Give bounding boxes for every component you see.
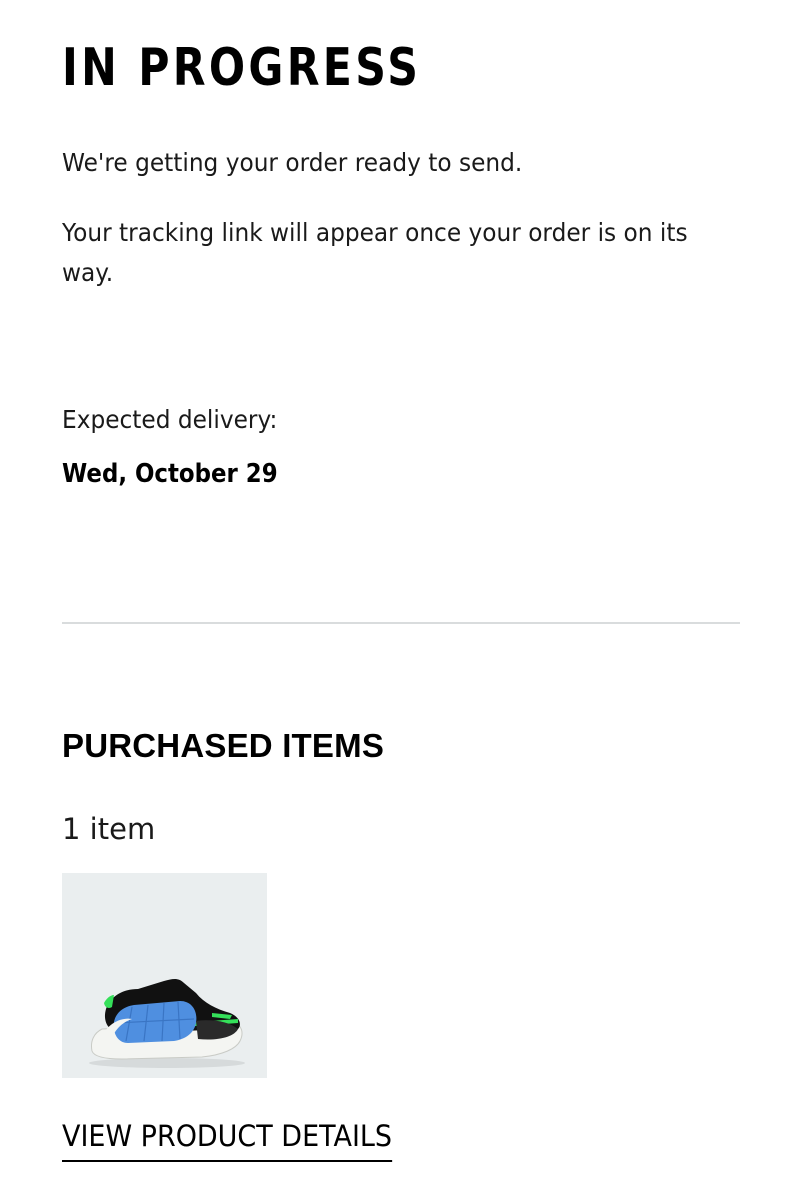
product-image[interactable] — [62, 873, 267, 1078]
expected-delivery-date: Wed, October 29 — [62, 459, 278, 489]
section-divider — [62, 622, 740, 624]
tracking-message: Your tracking link will appear once your… — [62, 218, 688, 287]
view-product-details-link[interactable]: VIEW PRODUCT DETAILS — [62, 1116, 393, 1162]
status-message: We're getting your order ready to send. — [62, 148, 523, 177]
basketball-shoe-icon — [89, 979, 245, 1068]
order-status-title: IN PROGRESS — [62, 38, 422, 98]
purchased-items-title: PURCHASED ITEMS — [62, 727, 385, 764]
item-count: 1 item — [62, 812, 156, 846]
expected-delivery-label: Expected delivery: — [62, 405, 278, 434]
